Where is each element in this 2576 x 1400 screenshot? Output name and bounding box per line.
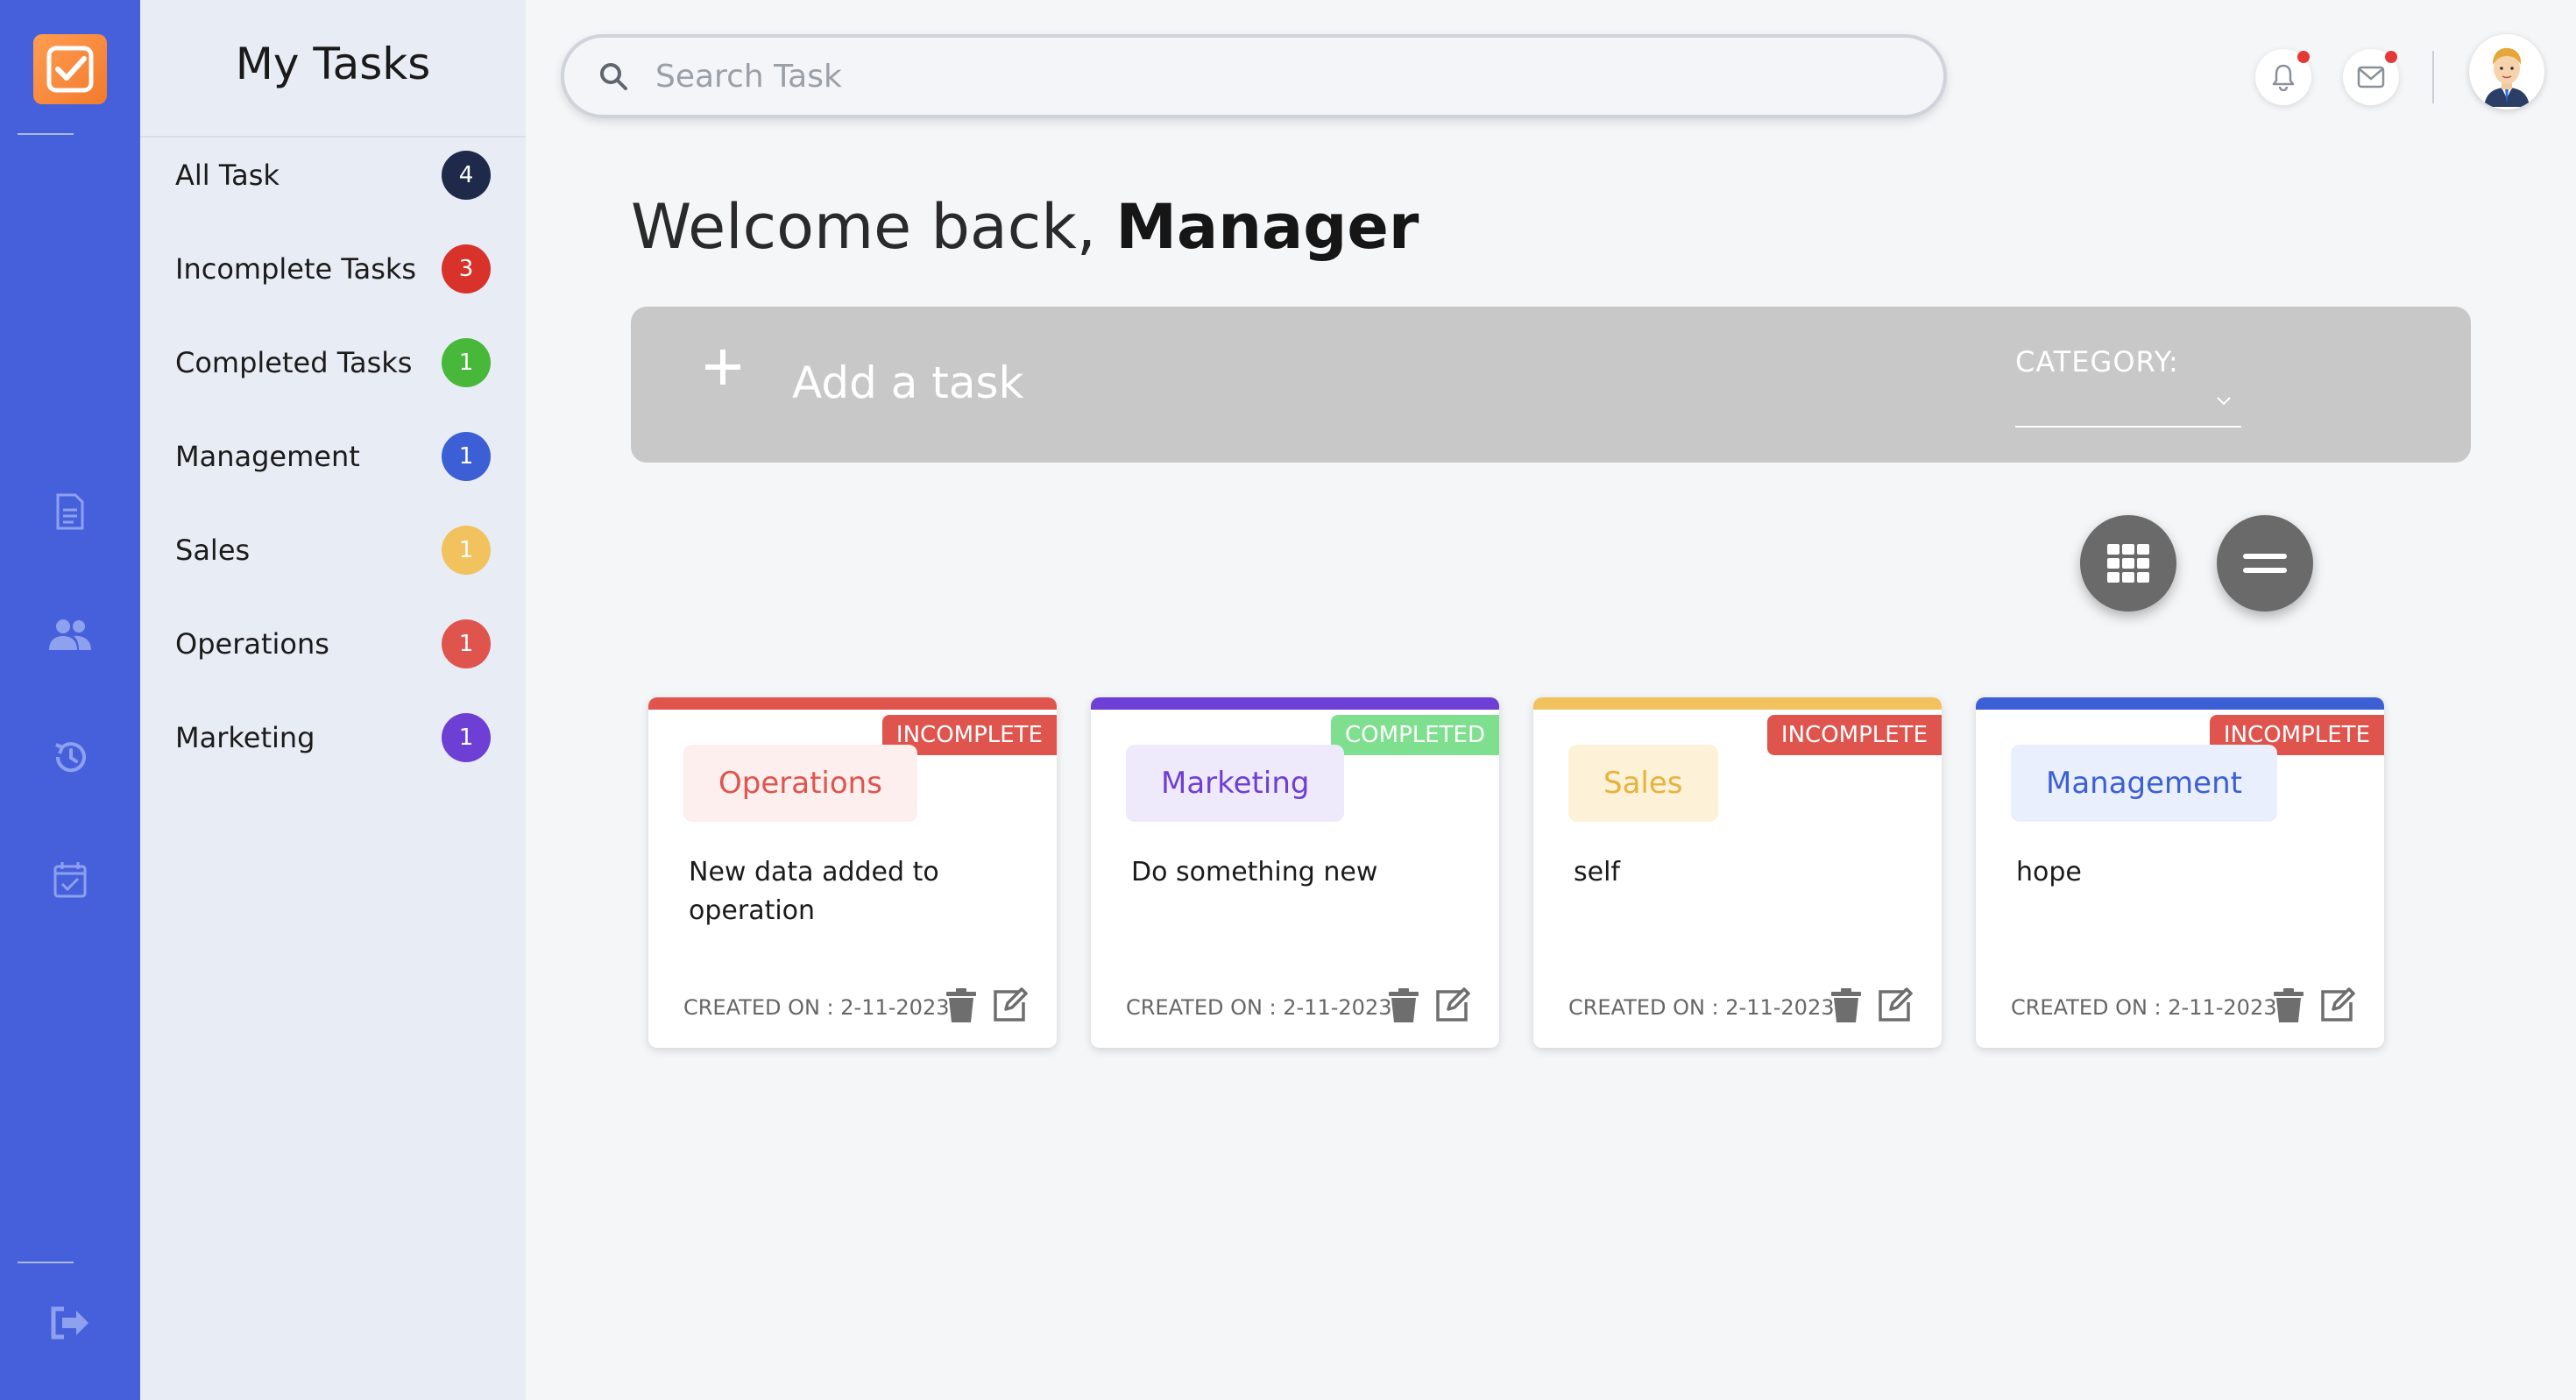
sidebar-item-completed-tasks[interactable]: Completed Tasks 1 (140, 328, 526, 398)
count-badge: 1 (442, 713, 491, 762)
trash-icon[interactable] (945, 988, 978, 1023)
rail-document-button[interactable] (47, 489, 93, 534)
logout-icon (51, 1306, 88, 1340)
card-accent-bar (1091, 697, 1499, 710)
category-chip: Sales (1568, 745, 1718, 822)
trash-icon[interactable] (1829, 988, 1863, 1023)
edit-icon[interactable] (1434, 986, 1471, 1023)
category-chip: Operations (683, 745, 917, 822)
sidebar-item-label: All Task (175, 159, 280, 192)
rail-history-button[interactable] (47, 734, 93, 780)
bell-icon (2272, 64, 2295, 91)
sidebar-item-label: Incomplete Tasks (175, 252, 417, 286)
add-task-bar[interactable]: Add a task CATEGORY: (631, 307, 2471, 463)
category-chip: Marketing (1126, 745, 1345, 822)
created-date: CREATED ON : 2-11-2023 (1126, 995, 1392, 1020)
task-description: Do something new (1131, 857, 1378, 887)
calendar-check-icon (53, 862, 87, 898)
count-badge: 4 (442, 151, 491, 200)
topbar-separator (2432, 51, 2434, 103)
avatar-icon (2472, 37, 2542, 107)
sidebar-item-marketing[interactable]: Marketing 1 (140, 703, 526, 773)
card-accent-bar (1533, 697, 1942, 710)
welcome-heading: Welcome back, Manager (631, 191, 1419, 263)
notification-badge (2297, 51, 2310, 63)
category-chip: Management (2011, 745, 2277, 822)
sidebar-divider (140, 136, 526, 138)
rail-divider-bottom (18, 1262, 74, 1263)
messages-button[interactable] (2343, 49, 2399, 105)
count-badge: 3 (442, 244, 491, 293)
created-date: CREATED ON : 2-11-2023 (1568, 995, 1835, 1020)
task-card[interactable]: INCOMPLETE Sales self CREATED ON : 2-11-… (1533, 697, 1942, 1048)
task-card[interactable]: INCOMPLETE Operations New data added to … (648, 697, 1057, 1048)
status-badge: COMPLETED (1331, 715, 1499, 755)
task-card[interactable]: COMPLETED Marketing Do something new CRE… (1091, 697, 1499, 1048)
welcome-greeting: Welcome back, (631, 191, 1097, 263)
category-sidebar: My Tasks All Task 4 Incomplete Tasks 3 Compl… (140, 0, 526, 1400)
sidebar-item-all-task[interactable]: All Task 4 (140, 140, 526, 210)
task-description: hope (2016, 857, 2082, 887)
count-badge: 1 (442, 338, 491, 387)
status-badge: INCOMPLETE (1766, 715, 1942, 755)
grid-icon (2107, 544, 2149, 583)
sidebar-item-label: Marketing (175, 721, 315, 754)
notifications-button[interactable] (2255, 49, 2311, 105)
chevron-down-icon (2217, 397, 2231, 406)
rail-calendar-button[interactable] (47, 857, 93, 902)
count-badge: 1 (442, 526, 491, 575)
logout-button[interactable] (47, 1300, 93, 1346)
users-icon (49, 619, 91, 650)
document-icon (56, 493, 84, 530)
sidebar-item-incomplete-tasks[interactable]: Incomplete Tasks 3 (140, 234, 526, 304)
rail-users-button[interactable] (47, 612, 93, 657)
icon-rail (0, 0, 140, 1400)
list-view-button[interactable] (2217, 515, 2313, 612)
count-badge: 1 (442, 619, 491, 668)
edit-icon[interactable] (992, 986, 1029, 1023)
trash-icon[interactable] (1387, 988, 1420, 1023)
mail-icon (2357, 66, 2385, 88)
sidebar-item-label: Operations (175, 627, 329, 661)
card-accent-bar (648, 697, 1057, 710)
user-avatar[interactable] (2469, 34, 2544, 110)
trash-icon[interactable] (2272, 988, 2305, 1023)
card-accent-bar (1976, 697, 2384, 710)
grid-view-button[interactable] (2080, 515, 2176, 612)
history-icon (55, 742, 86, 773)
edit-icon[interactable] (1877, 986, 1914, 1023)
add-task-label[interactable]: Add a task (792, 357, 1023, 408)
sidebar-item-label: Sales (175, 534, 251, 567)
search-bar[interactable] (561, 34, 1947, 118)
task-description: New data added to operation (689, 857, 939, 926)
plus-icon[interactable] (701, 345, 745, 389)
count-badge: 1 (442, 432, 491, 481)
created-date: CREATED ON : 2-11-2023 (683, 995, 950, 1020)
category-label: CATEGORY: (2015, 345, 2179, 378)
sidebar-item-sales[interactable]: Sales 1 (140, 515, 526, 585)
sidebar-item-label: Management (175, 440, 360, 473)
app-logo[interactable] (33, 34, 107, 104)
sidebar-item-management[interactable]: Management 1 (140, 421, 526, 491)
search-input[interactable] (655, 58, 1882, 95)
sidebar-title: My Tasks (235, 39, 431, 89)
category-select[interactable] (2015, 385, 2241, 428)
message-badge (2385, 51, 2397, 63)
created-date: CREATED ON : 2-11-2023 (2011, 995, 2277, 1020)
sidebar-item-label: Completed Tasks (175, 346, 413, 379)
rail-divider-top (18, 133, 74, 135)
check-square-icon (46, 46, 94, 93)
search-icon (596, 59, 631, 94)
task-description: self (1574, 857, 1620, 887)
list-icon (2243, 554, 2287, 573)
welcome-user-name: Manager (1115, 191, 1419, 263)
edit-icon[interactable] (2319, 986, 2356, 1023)
sidebar-item-operations[interactable]: Operations 1 (140, 609, 526, 679)
task-card[interactable]: INCOMPLETE Management hope CREATED ON : … (1976, 697, 2384, 1048)
